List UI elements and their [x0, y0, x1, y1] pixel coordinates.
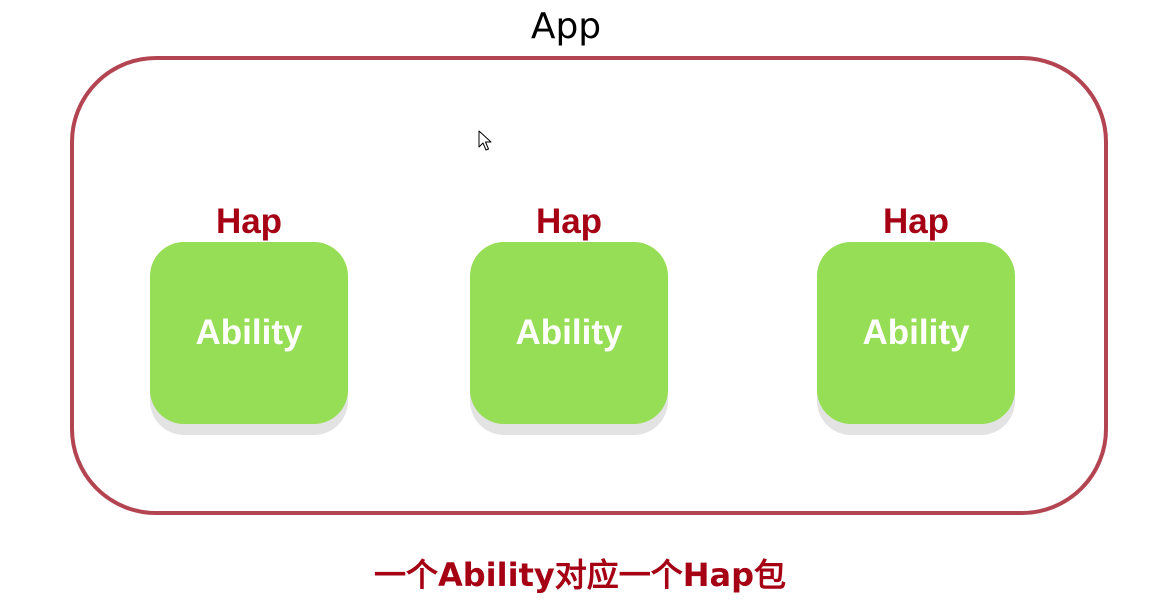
- ability-box-3: Ability: [817, 242, 1015, 424]
- ability-label-3: Ability: [862, 313, 970, 352]
- app-title: App: [530, 6, 602, 47]
- hap-label-1: Hap: [215, 202, 283, 241]
- hap-label-3: Hap: [882, 202, 950, 241]
- diagram-caption: 一个Ability对应一个Hap包: [373, 556, 787, 594]
- ability-box-2: Ability: [470, 242, 668, 424]
- hap-label-2: Hap: [535, 202, 603, 241]
- ability-label-1: Ability: [195, 313, 303, 352]
- ability-box-1: Ability: [150, 242, 348, 424]
- mouse-pointer-icon: [478, 130, 492, 151]
- ability-label-2: Ability: [515, 313, 623, 352]
